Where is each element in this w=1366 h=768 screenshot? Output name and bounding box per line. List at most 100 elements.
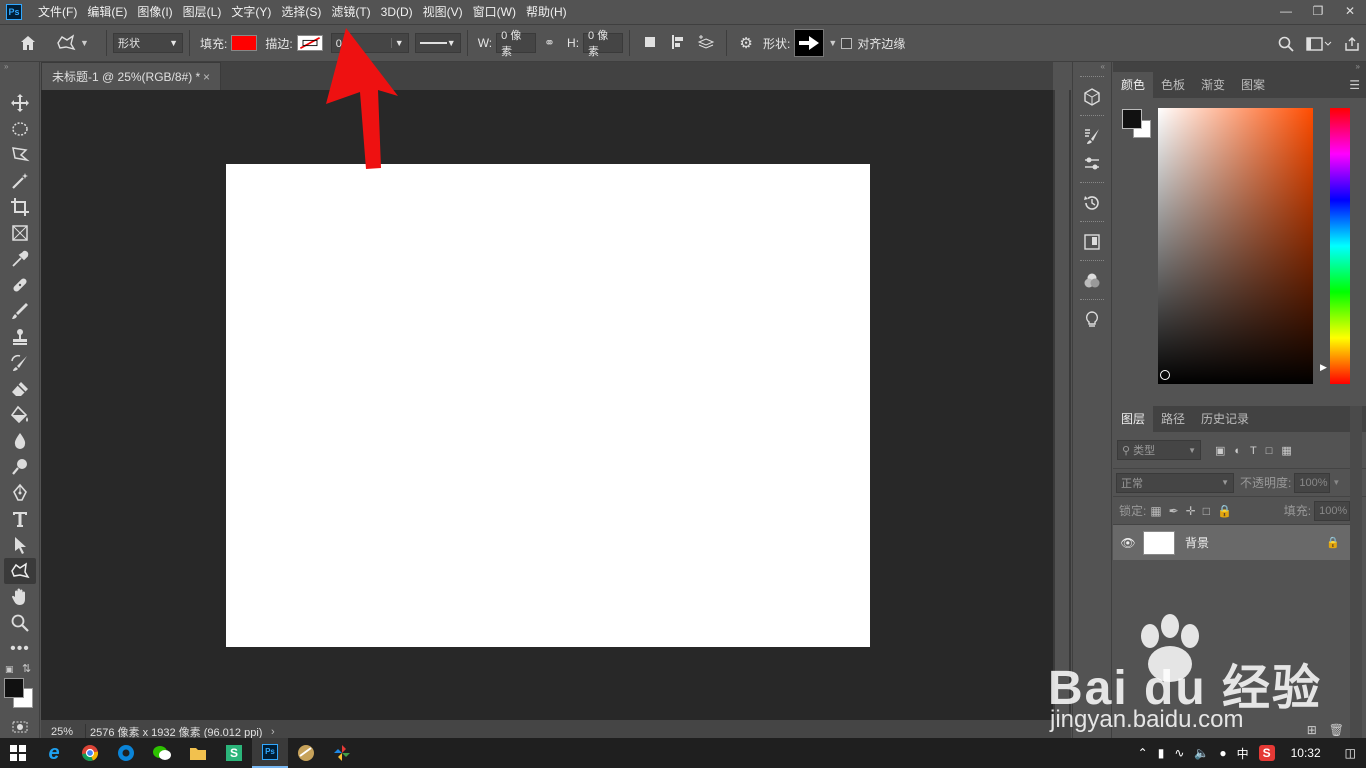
tool-preset-picker[interactable]: ▼ <box>56 24 100 62</box>
menu-help[interactable]: 帮助(H) <box>521 0 572 24</box>
magic-wand-tool[interactable] <box>0 168 40 194</box>
menu-type[interactable]: 文字(Y) <box>226 0 276 24</box>
hand-tool[interactable] <box>0 584 40 610</box>
learn-button[interactable] <box>1073 306 1111 334</box>
canvas-area[interactable] <box>41 90 1053 720</box>
path-alignment-icon[interactable] <box>664 34 692 53</box>
wifi-icon[interactable]: ∿ <box>1174 746 1184 760</box>
share-icon[interactable] <box>1344 36 1360 52</box>
zoom-tool[interactable] <box>0 610 40 636</box>
foreground-color-swatch[interactable] <box>1122 109 1142 129</box>
menu-edit[interactable]: 编辑(E) <box>82 0 132 24</box>
delete-layer-icon[interactable]: 🗑 <box>1329 723 1344 737</box>
volume-icon[interactable]: 🔈 <box>1194 746 1209 760</box>
foreground-color-swatch[interactable] <box>4 678 24 698</box>
paint-bucket-tool[interactable] <box>0 402 40 428</box>
taskbar-explorer[interactable] <box>180 738 216 768</box>
battery-icon[interactable]: ▮ <box>1158 746 1165 760</box>
collapse-icon[interactable]: « <box>1073 62 1111 72</box>
tab-color[interactable]: 颜色 <box>1113 72 1154 98</box>
3d-panel-button[interactable] <box>1073 83 1111 111</box>
eye-icon[interactable]: 👁 <box>1113 536 1143 550</box>
history-button[interactable] <box>1073 189 1111 217</box>
notification-icon[interactable]: ◫ <box>1345 746 1356 760</box>
document-canvas[interactable] <box>226 164 870 647</box>
layer-filter-select[interactable]: ⚲ 类型 ▼ <box>1117 440 1201 460</box>
swap-colors-icon[interactable]: ⇅ <box>22 662 31 675</box>
clone-stamp-tool[interactable] <box>0 324 40 350</box>
properties-button[interactable] <box>1073 228 1111 256</box>
gear-icon[interactable]: ⚙ <box>733 34 759 52</box>
workspace-icon[interactable] <box>1306 36 1332 52</box>
menu-layer[interactable]: 图层(L) <box>178 0 227 24</box>
menu-window[interactable]: 窗口(W) <box>468 0 521 24</box>
tray-chevron-up-icon[interactable]: ⌃ <box>1138 746 1148 760</box>
menu-view[interactable]: 视图(V) <box>418 0 468 24</box>
tab-history[interactable]: 历史记录 <box>1193 406 1257 432</box>
tab-gradients[interactable]: 渐变 <box>1193 72 1233 98</box>
history-brush-tool[interactable] <box>0 350 40 376</box>
path-selection-tool[interactable] <box>0 532 40 558</box>
taskbar-photoshop[interactable]: Ps <box>252 738 288 768</box>
color-picker-cursor[interactable] <box>1160 370 1170 380</box>
layer-name[interactable]: 背景 <box>1185 534 1209 551</box>
frame-tool[interactable] <box>0 220 40 246</box>
stroke-type-select[interactable]: ▼ <box>414 33 461 53</box>
chevron-down-icon[interactable]: ▼ <box>1332 478 1340 487</box>
start-button[interactable] <box>0 738 36 768</box>
tab-paths[interactable]: 路径 <box>1153 406 1193 432</box>
input-method-indicator[interactable]: 中 <box>1237 745 1249 762</box>
collapse-icon[interactable]: » <box>0 62 39 72</box>
clock-time[interactable]: 10:32 <box>1291 746 1321 760</box>
document-tab[interactable]: 未标题-1 @ 25%(RGB/8#) * × <box>41 62 221 90</box>
eraser-tool[interactable] <box>0 376 40 402</box>
channels-button[interactable] <box>1073 267 1111 295</box>
menu-file[interactable]: 文件(F) <box>33 0 82 24</box>
close-icon[interactable]: × <box>203 70 210 84</box>
tab-swatches[interactable]: 色板 <box>1153 72 1193 98</box>
home-button[interactable] <box>0 24 56 62</box>
chevron-down-icon[interactable]: ▼ <box>828 38 837 48</box>
layers-scrollbar[interactable] <box>1350 406 1362 744</box>
close-icon[interactable]: ✕ <box>1334 0 1366 22</box>
sogou-ime-icon[interactable]: S <box>1258 745 1275 761</box>
link-icon[interactable]: ⚭ <box>544 35 555 51</box>
tab-patterns[interactable]: 图案 <box>1233 72 1273 98</box>
taskbar-app-pinwheel[interactable] <box>324 738 360 768</box>
panel-menu-icon[interactable]: ☰ <box>1349 72 1366 98</box>
align-edges-checkbox[interactable] <box>841 37 853 49</box>
eyedropper-tool[interactable] <box>0 246 40 272</box>
tab-layers[interactable]: 图层 <box>1113 406 1154 432</box>
edit-toolbar-button[interactable]: ••• <box>0 636 40 662</box>
path-operations-icon[interactable] <box>636 35 664 52</box>
taskbar-wps[interactable]: S <box>216 738 252 768</box>
shape-picker[interactable] <box>794 29 825 57</box>
taskbar-app-globe[interactable] <box>288 738 324 768</box>
type-tool[interactable] <box>0 506 40 532</box>
qq-icon[interactable]: ● <box>1219 746 1226 760</box>
lock-option-icons[interactable]: ▦✒✛□🔒 <box>1150 504 1239 518</box>
height-field[interactable]: 0 像素 <box>583 30 624 58</box>
chevron-right-icon[interactable]: › <box>271 726 275 738</box>
move-tool[interactable] <box>0 90 40 116</box>
quick-mask-button[interactable] <box>0 714 40 740</box>
blend-mode-select[interactable]: 正常 ▼ <box>1116 472 1234 493</box>
zoom-level[interactable]: 25% <box>41 726 85 738</box>
taskbar-wechat[interactable] <box>144 738 180 768</box>
brush-tool[interactable] <box>0 298 40 324</box>
opacity-field[interactable]: 100% <box>1294 472 1331 493</box>
menu-select[interactable]: 选择(S) <box>276 0 326 24</box>
default-colors-icon[interactable]: ▣ <box>5 664 14 675</box>
collapse-icon[interactable]: » <box>1113 62 1366 72</box>
layer-filter-icons[interactable]: ▣◐T□▦ <box>1215 444 1301 457</box>
healing-brush-tool[interactable] <box>0 272 40 298</box>
fill-field[interactable]: 100% <box>1314 500 1351 521</box>
adjustments-button[interactable] <box>1073 150 1111 178</box>
width-field[interactable]: 0 像素 <box>496 30 537 58</box>
custom-shape-tool[interactable] <box>4 558 36 584</box>
menu-image[interactable]: 图像(I) <box>132 0 177 24</box>
restore-icon[interactable]: ❐ <box>1302 0 1334 22</box>
search-icon[interactable] <box>1278 36 1294 52</box>
hue-slider[interactable] <box>1330 108 1350 384</box>
fill-color-swatch[interactable] <box>231 35 258 51</box>
